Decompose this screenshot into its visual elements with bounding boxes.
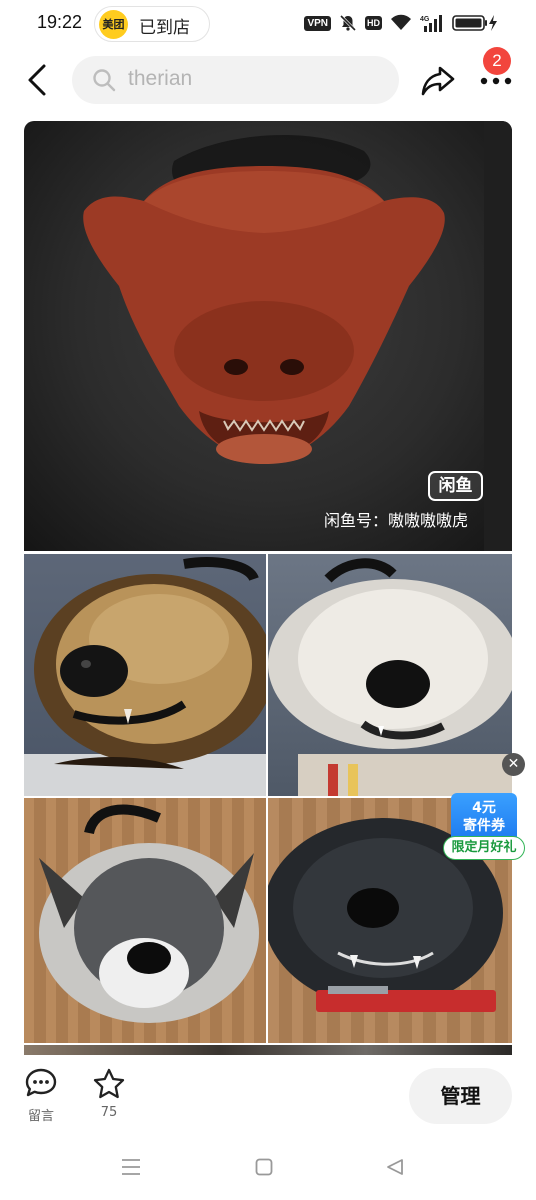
search-icon [93, 69, 116, 92]
store-chip-label: 已到店 [139, 18, 190, 38]
manage-button[interactable]: 管理 [409, 1068, 512, 1124]
coupon-promo[interactable]: 4元 寄件券 限定月好礼 [443, 793, 525, 860]
system-nav-bar [0, 1140, 536, 1200]
coupon-amount: 4元 [472, 800, 496, 816]
raccoon-mask-image [39, 804, 259, 1023]
share-icon[interactable] [420, 64, 456, 98]
star-icon [93, 1068, 125, 1099]
notification-badge: 2 [483, 47, 511, 75]
search-bar[interactable]: therian [72, 56, 399, 104]
signal-icon: 4G [420, 15, 442, 32]
wifi-icon [391, 14, 411, 30]
white-wolf-mask-image [268, 558, 512, 796]
message-button[interactable]: 留言 [22, 1067, 60, 1124]
svg-text:4G: 4G [420, 16, 430, 23]
mute-icon [339, 14, 357, 32]
system-icons: VPN HD 4G [304, 13, 498, 33]
thumbnail-raccoon-mask[interactable] [24, 798, 266, 1043]
vpn-icon: VPN [304, 15, 331, 31]
coupon-card: 4元 寄件券 [451, 793, 517, 839]
search-input[interactable]: therian [128, 67, 192, 91]
hd-icon: HD [365, 16, 382, 30]
thumbnail-white-wolf-mask[interactable] [268, 554, 512, 796]
xianyu-logo: 闲鱼 [428, 471, 483, 501]
coupon-name: 寄件券 [463, 818, 505, 834]
coupon-tag: 限定月好礼 [443, 836, 525, 860]
status-time: 19:22 [37, 12, 83, 32]
lion-mask-image [24, 557, 266, 796]
favorite-count: 75 [100, 1105, 118, 1120]
meituan-logo: 美团 [99, 10, 128, 39]
favorite-button[interactable]: 75 [90, 1068, 128, 1120]
battery-icon [452, 15, 497, 31]
message-label: 留言 [27, 1109, 54, 1124]
more-options-icon[interactable] [478, 74, 514, 88]
menu-nav-icon[interactable] [121, 1158, 141, 1176]
back-nav-icon[interactable] [386, 1158, 404, 1176]
store-chip[interactable]: 美团 已到店 [94, 6, 210, 42]
status-bar: 19:22 美团 已到店 VPN HD 4G [0, 0, 536, 46]
home-nav-icon[interactable] [255, 1158, 273, 1176]
thumbnail-lion-mask[interactable] [24, 554, 266, 796]
close-icon[interactable]: ✕ [502, 753, 525, 776]
photo-edge-shade [484, 121, 512, 551]
message-icon [25, 1068, 57, 1097]
bottom-action-bar: 留言 75 管理 [0, 1055, 536, 1140]
back-arrow-icon[interactable] [22, 62, 54, 98]
seller-watermark: 闲鱼号：嗷嗷嗷嗷虎 [324, 511, 469, 530]
thumbnail-row-partial[interactable] [24, 1045, 512, 1055]
